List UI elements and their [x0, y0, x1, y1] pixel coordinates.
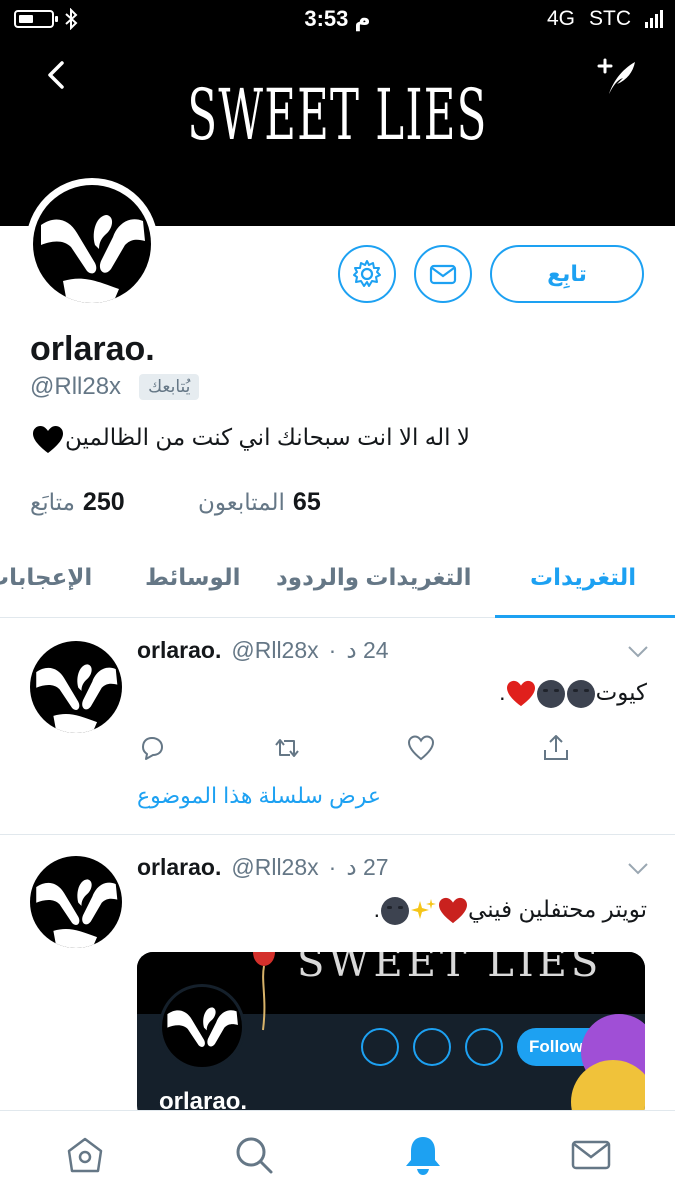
tweet-header: orlarao. @Rll28x · 24 د — [137, 637, 389, 664]
compose-tweet-icon — [597, 58, 635, 94]
profile-avatar[interactable] — [26, 178, 158, 310]
pinky-promise-hands-icon — [167, 1007, 238, 1047]
media-avatar — [159, 984, 245, 1070]
tweet-media-image[interactable]: SWEET LIES Following orlarao. — [137, 952, 645, 1122]
media-banner-text: SWEET LIES — [297, 952, 603, 986]
tab-likes[interactable]: الإعجابات — [0, 564, 92, 591]
tweet-dot: · — [328, 637, 337, 663]
carrier-name: STC — [589, 7, 631, 30]
tweet-avatar[interactable] — [30, 856, 122, 948]
following-label: متابَع — [30, 489, 75, 515]
show-thread-link[interactable]: عرض سلسلة هذا الموضوع — [137, 783, 381, 809]
pinky-promise-hands-icon — [41, 215, 145, 303]
followers-count: 65 — [292, 488, 321, 516]
pinky-promise-hands-icon — [36, 664, 118, 733]
tweet-actions — [137, 733, 571, 763]
like-heart-icon[interactable] — [406, 733, 436, 763]
active-tab-indicator — [495, 615, 675, 618]
follow-button[interactable]: تابِع — [490, 245, 644, 303]
new-moon-face-icon — [566, 679, 595, 708]
tab-tweets[interactable]: التغريدات — [530, 564, 636, 591]
banner-title: SWEET LIES — [187, 74, 488, 156]
retweet-icon[interactable] — [272, 733, 302, 763]
tweet-author-handle: @Rll28x — [231, 854, 319, 880]
tweet-header: orlarao. @Rll28x · 27 د — [137, 854, 389, 881]
home-icon[interactable] — [63, 1133, 107, 1177]
chevron-down-icon[interactable] — [627, 862, 649, 876]
bottom-nav — [0, 1110, 675, 1200]
following-stat[interactable]: متابَع 250 — [30, 488, 125, 517]
chevron-left-icon — [48, 61, 64, 89]
profile-handle-row: @Rll28x يُتابعك — [30, 373, 200, 401]
tweet-author-handle: @Rll28x — [231, 637, 319, 663]
profile-handle: @Rll28x — [30, 373, 122, 400]
sparkles-icon — [411, 898, 437, 919]
profile-bio: لا اله الا انت سبحانك اني كنت من الظالمي… — [65, 424, 470, 450]
tweet-avatar[interactable] — [30, 641, 122, 733]
signal-icon — [645, 10, 663, 28]
new-moon-face-icon — [381, 896, 410, 925]
message-button[interactable] — [414, 245, 472, 303]
tweet-text-body: تويتر محتفلين فيني — [468, 896, 647, 922]
tweet-author-name: orlarao. — [137, 637, 222, 663]
notifications-bell-icon[interactable] — [401, 1133, 445, 1177]
tweet-period: . — [373, 896, 381, 922]
back-button[interactable] — [40, 58, 74, 92]
pinky-promise-hands-icon — [36, 879, 118, 948]
follows-you-badge: يُتابعك — [139, 374, 200, 400]
media-bell-icon — [465, 1028, 503, 1066]
status-bar: 3:53 م 4G STC — [0, 0, 675, 40]
following-count: 250 — [82, 488, 125, 516]
search-icon[interactable] — [232, 1133, 276, 1177]
tweet-dot: · — [328, 854, 337, 880]
tweet-time: 24 د — [346, 637, 389, 663]
settings-button[interactable] — [338, 245, 396, 303]
status-right: 4G STC — [547, 7, 663, 31]
media-gear-icon — [361, 1028, 399, 1066]
profile-display-name: orlarao. — [30, 330, 155, 368]
black-heart-icon — [32, 425, 64, 460]
messages-envelope-icon[interactable] — [569, 1133, 613, 1177]
tweet-time: 27 د — [346, 854, 389, 880]
tweet[interactable]: orlarao. @Rll28x · 24 د كيوت. عرض سلسلة … — [0, 619, 675, 835]
gear-icon — [353, 260, 381, 287]
red-heart-icon — [439, 897, 468, 924]
tab-media[interactable]: الوسائط — [145, 564, 240, 591]
media-envelope-icon — [413, 1028, 451, 1066]
compose-tweet-button[interactable] — [595, 54, 639, 98]
followers-label: المتابعون — [198, 489, 285, 515]
balloon-icon — [253, 952, 275, 1031]
red-heart-icon — [506, 680, 535, 707]
tweet-author-name: orlarao. — [137, 854, 222, 880]
envelope-icon — [429, 264, 457, 285]
network-type: 4G — [546, 7, 575, 30]
avatar-image — [33, 185, 151, 303]
new-moon-face-icon — [536, 679, 565, 708]
profile-tabs: التغريدات التغريدات والردود الوسائط الإع… — [0, 548, 675, 618]
tab-tweets-replies[interactable]: التغريدات والردود — [276, 564, 472, 591]
reply-icon[interactable] — [137, 733, 167, 763]
tweet-text: كيوت. — [499, 679, 647, 708]
followers-stat[interactable]: المتابعون 65 — [198, 488, 321, 517]
tweet-text-body: كيوت — [595, 679, 647, 705]
share-icon[interactable] — [541, 733, 571, 763]
tweet-text: تويتر محتفلين فيني. — [374, 896, 647, 925]
chevron-down-icon[interactable] — [627, 645, 649, 659]
